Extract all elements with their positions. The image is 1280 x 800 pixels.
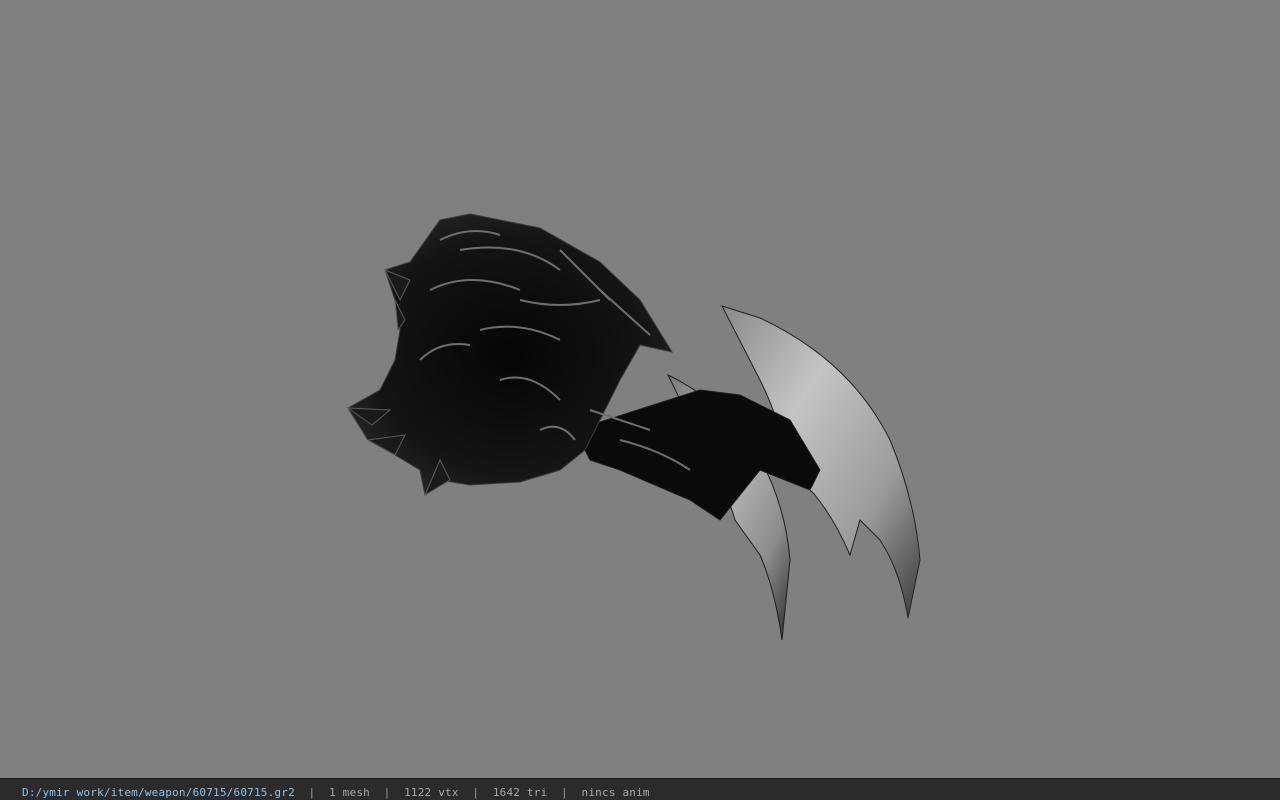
claw-weapon-model[interactable] — [0, 0, 1280, 778]
anim-status: nincs anim — [581, 786, 650, 799]
vertex-count: 1122 vtx — [404, 786, 459, 799]
status-bar: D:/ymir work/item/weapon/60715/60715.gr2… — [0, 778, 1280, 800]
file-path: D:/ymir work/item/weapon/60715/60715.gr2 — [22, 786, 295, 799]
3d-viewport[interactable] — [0, 0, 1280, 778]
separator: | — [294, 786, 330, 799]
separator: | — [547, 786, 582, 799]
separator: | — [458, 786, 493, 799]
triangle-count: 1642 tri — [492, 786, 548, 799]
mesh-count: 1 mesh — [329, 786, 370, 799]
separator: | — [369, 786, 405, 799]
